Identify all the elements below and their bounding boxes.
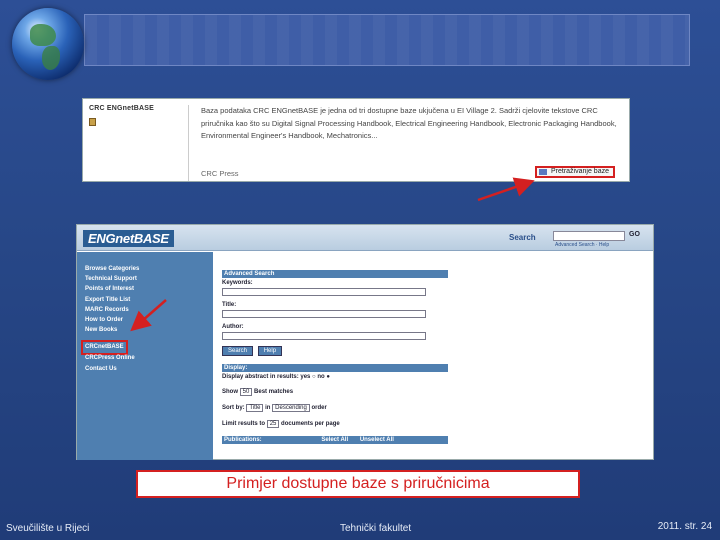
publisher-label: CRC Press — [201, 169, 239, 178]
nav-item-marc-records[interactable]: MARC Records — [85, 305, 213, 315]
select-all-link[interactable]: Select All — [321, 437, 348, 443]
nav-item-how-to-order[interactable]: How to Order — [85, 315, 213, 325]
order-label: order — [311, 405, 327, 411]
sidebar-nav: Browse Categories Technical Support Poin… — [77, 252, 213, 460]
sort-in-label: in — [265, 405, 271, 411]
screenshot-database-description: CRC ENGnetBASE Baza podataka CRC ENGnetB… — [82, 98, 630, 182]
globe-icon — [12, 8, 84, 80]
search-label: Search — [509, 233, 536, 242]
publications-label: Publications: — [224, 437, 262, 443]
keywords-label: Keywords: — [222, 280, 253, 286]
limit-results-select[interactable]: 25 — [266, 420, 280, 428]
advanced-search-form: Advanced Search Keywords: Title: Author:… — [222, 270, 448, 444]
slide-caption: Primjer dostupne baze s priručnicima — [136, 470, 580, 498]
nav-item-crcpress-online[interactable]: CRCPress Online — [85, 353, 213, 363]
display-header: Display: — [222, 364, 448, 372]
display-abstract-option[interactable]: Display abstract in results: yes ○ no ● — [222, 374, 448, 380]
best-matches-label: Best matches — [254, 389, 294, 395]
slide-header-band — [84, 14, 690, 66]
engnetbase-logo: ENGnetBASE — [83, 230, 174, 247]
database-description: Baza podataka CRC ENGnetBASE je jedna od… — [201, 106, 617, 140]
show-label: Show — [222, 389, 238, 395]
unselect-all-link[interactable]: Unselect All — [360, 437, 394, 443]
sort-by-label: Sort by: — [222, 405, 245, 411]
quick-search-input[interactable] — [553, 231, 625, 241]
nav-item-browse-categories[interactable]: Browse Categories — [85, 264, 213, 274]
nav-item-new-books[interactable]: New Books — [85, 325, 213, 335]
title-label: Title: — [222, 302, 237, 308]
footer-faculty: Tehnički fakultet — [340, 523, 412, 534]
nav-item-contact-us[interactable]: Contact Us — [85, 364, 213, 374]
footer-university: Sveučilište u Rijeci — [6, 523, 90, 534]
footer-page-number: 2011. str. 24 — [657, 521, 712, 532]
database-title-column: CRC ENGnetBASE — [89, 105, 189, 181]
browse-database-button[interactable]: Pretraživanje baze — [535, 166, 615, 178]
nav-item-points-of-interest[interactable]: Points of Interest — [85, 284, 213, 294]
browse-database-label: Pretraživanje baze — [551, 168, 609, 175]
advanced-search-header: Advanced Search — [222, 270, 448, 278]
documents-per-page-label: documents per page — [281, 421, 340, 427]
book-icon — [89, 118, 96, 126]
author-input[interactable] — [222, 332, 426, 340]
advanced-search-links[interactable]: Advanced Search · Help — [555, 242, 609, 248]
author-label: Author: — [222, 324, 244, 330]
nav-item-crcnetbase[interactable]: CRCnetBASE — [81, 340, 128, 355]
show-count-select[interactable]: 50 — [239, 388, 253, 396]
search-button[interactable]: Search — [222, 346, 254, 356]
database-icon — [539, 169, 547, 175]
publications-header: Publications: Select All Unselect All — [222, 436, 448, 444]
nav-item-technical-support[interactable]: Technical Support — [85, 274, 213, 284]
site-topbar: ENGnetBASE Search GO Advanced Search · H… — [77, 225, 653, 251]
go-button[interactable]: GO — [629, 231, 640, 238]
screenshot-engnetbase-search: ENGnetBASE Search GO Advanced Search · H… — [76, 224, 654, 460]
help-button[interactable]: Help — [257, 346, 283, 356]
nav-item-export-title-list[interactable]: Export Title List — [85, 295, 213, 305]
limit-results-label: Limit results to — [222, 421, 266, 427]
arrow-to-browse-button — [477, 177, 535, 202]
sort-order-select[interactable]: Descending — [272, 404, 310, 412]
title-input[interactable] — [222, 310, 426, 318]
sort-field-select[interactable]: Title — [246, 404, 264, 412]
keywords-input[interactable] — [222, 288, 426, 296]
database-title: CRC ENGnetBASE — [89, 105, 155, 112]
